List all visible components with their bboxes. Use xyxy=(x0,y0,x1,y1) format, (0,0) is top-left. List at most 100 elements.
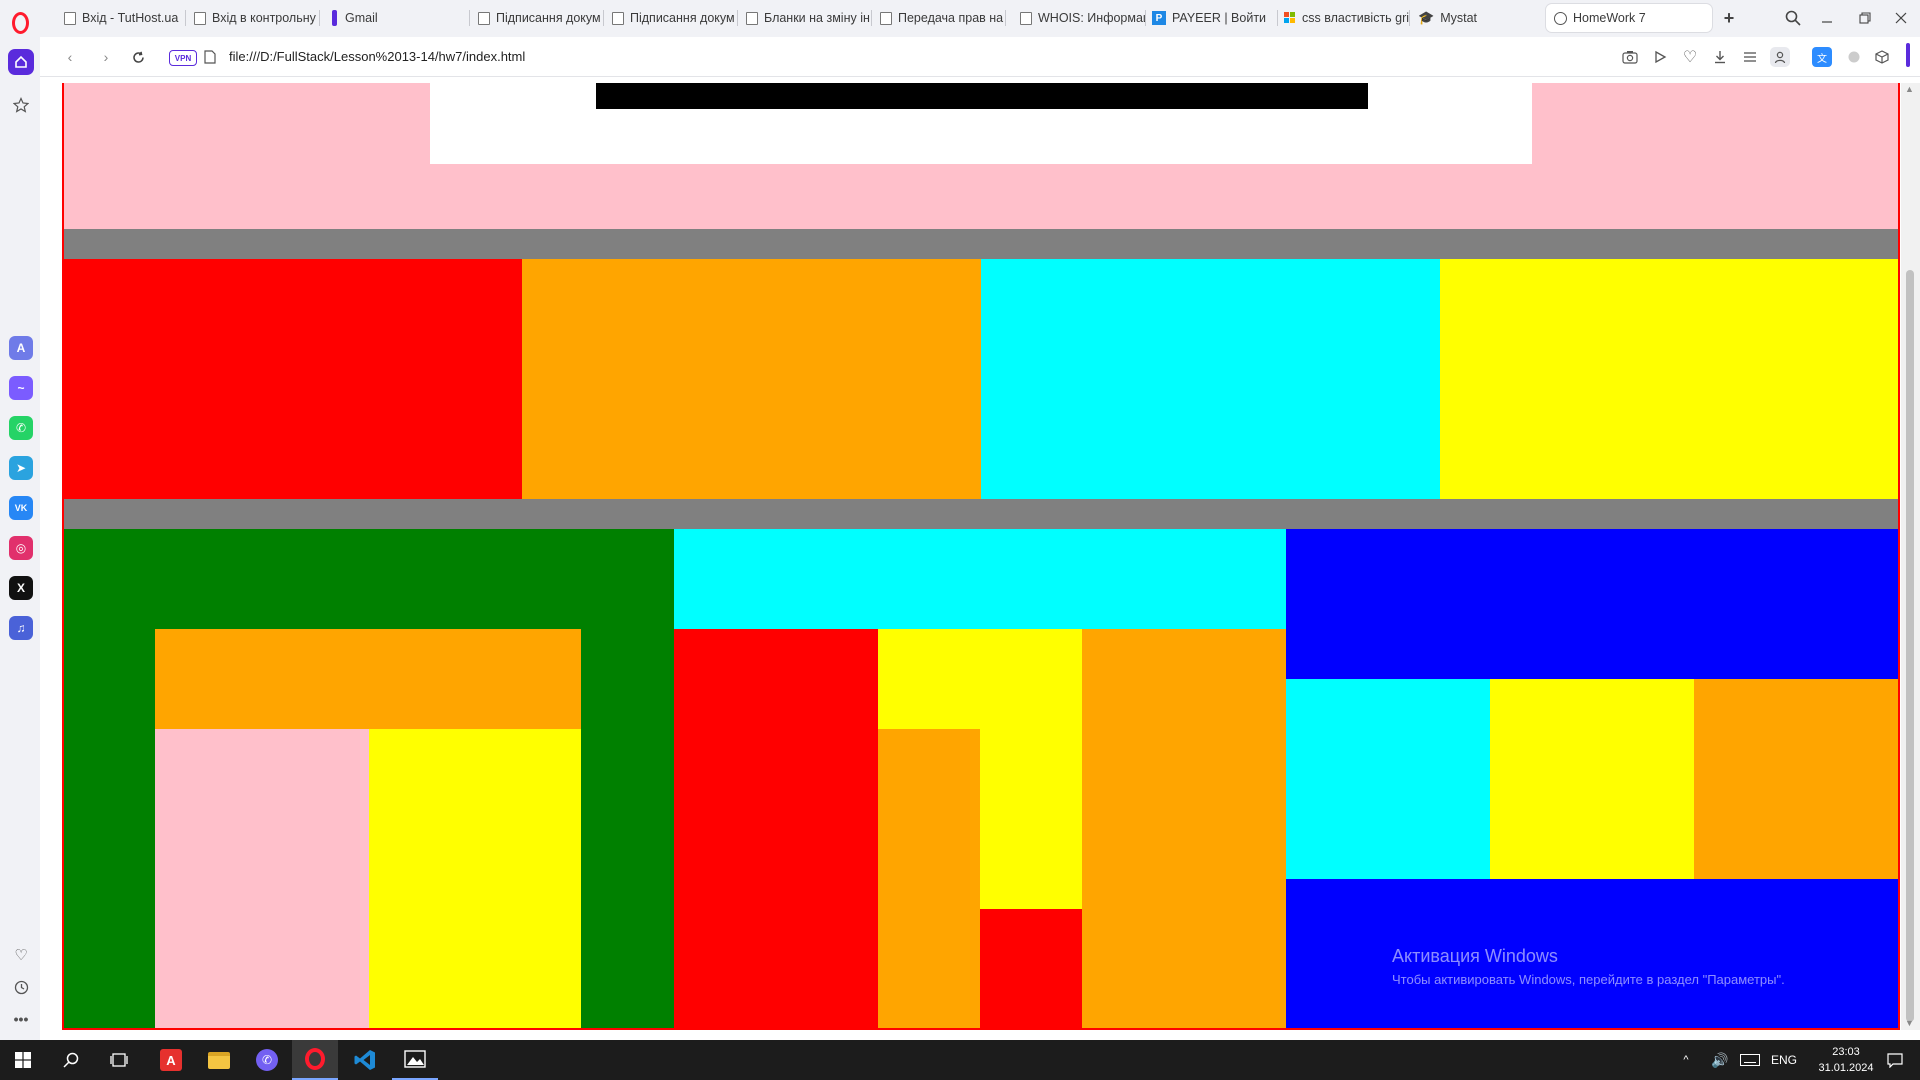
page-icon xyxy=(1020,11,1032,25)
back-icon[interactable]: ‹ xyxy=(60,47,80,67)
minimize-icon[interactable] xyxy=(1810,4,1844,32)
clock-date: 31.01.2024 xyxy=(1818,1062,1874,1074)
panel-green-pink-block xyxy=(155,729,369,1030)
camera-icon[interactable] xyxy=(1620,47,1640,67)
whatsapp-icon[interactable]: ✆ xyxy=(9,416,33,440)
scroll-down-arrow-icon[interactable]: ▼ xyxy=(1905,1018,1914,1028)
clock[interactable]: 23:03 31.01.2024 xyxy=(1818,1044,1874,1076)
tab-homework-7[interactable]: HomeWork 7 xyxy=(1546,4,1712,32)
tab-tuthost[interactable]: Вхід - TutHost.ua xyxy=(56,4,186,32)
tab-label: WHOIS: Информац xyxy=(1038,11,1146,25)
row-block-orange xyxy=(522,259,981,499)
translate-extension-icon[interactable]: 文 xyxy=(1812,47,1832,67)
panel-green-yellow-block xyxy=(369,729,581,1030)
acrobat-icon[interactable]: A xyxy=(148,1040,194,1080)
panel-right-orange-cell xyxy=(1694,679,1900,879)
file-explorer-icon[interactable] xyxy=(196,1040,242,1080)
star-icon[interactable] xyxy=(9,93,33,117)
keyboard-icon[interactable] xyxy=(1738,1040,1762,1080)
page-icon xyxy=(880,11,892,25)
panel-right-blue-bottom xyxy=(1286,879,1900,1030)
extension-icon[interactable] xyxy=(1844,47,1864,67)
windows-start-icon[interactable] xyxy=(0,1040,46,1080)
telegram-icon[interactable]: ➤ xyxy=(9,456,33,480)
tab-forms[interactable]: Бланки на зміну ін xyxy=(738,4,872,32)
viber-icon[interactable]: ✆ xyxy=(244,1040,290,1080)
scroll-up-arrow-icon[interactable]: ▲ xyxy=(1905,84,1914,94)
search-tabs-icon[interactable] xyxy=(1776,4,1810,32)
restore-icon[interactable] xyxy=(1848,4,1882,32)
instagram-icon[interactable]: ◎ xyxy=(9,536,33,560)
task-view-icon[interactable] xyxy=(96,1040,142,1080)
tray-chevron-up-icon[interactable]: ^ xyxy=(1676,1040,1696,1080)
gray-divider xyxy=(62,499,1900,529)
more-options-icon[interactable]: ••• xyxy=(9,1007,33,1031)
download-icon[interactable] xyxy=(1710,47,1730,67)
row-block-yellow xyxy=(1440,259,1900,499)
globe-icon xyxy=(1554,11,1567,25)
opera-taskbar-icon[interactable] xyxy=(292,1040,338,1080)
video-popout-icon[interactable] xyxy=(1650,47,1670,67)
forward-icon[interactable]: › xyxy=(96,47,116,67)
favorite-heart-icon[interactable]: ♡ xyxy=(1680,47,1700,67)
tab-label: Підписання докум xyxy=(630,11,735,25)
page-viewport xyxy=(62,83,1900,1030)
music-player-icon[interactable]: ♫ xyxy=(9,616,33,640)
extensions-cube-icon[interactable] xyxy=(1872,47,1892,67)
panel-right-blue-top xyxy=(1286,529,1900,679)
panel-middle-cyan-bar xyxy=(674,529,1286,629)
aria-icon[interactable]: A xyxy=(9,336,33,360)
header-black-bar xyxy=(596,83,1368,109)
tab-document-signing-1[interactable]: Підписання докум xyxy=(470,4,604,32)
tab-label: Gmail xyxy=(345,11,378,25)
tab-whois[interactable]: WHOIS: Информац xyxy=(1012,4,1146,32)
opera-logo-icon[interactable] xyxy=(12,12,29,34)
vscode-icon[interactable] xyxy=(342,1040,388,1080)
tab-control-panel[interactable]: Вхід в контрольну xyxy=(186,4,320,32)
tab-document-signing-2[interactable]: Підписання докум xyxy=(604,4,738,32)
easy-setup-icon[interactable] xyxy=(1740,47,1760,67)
volume-icon[interactable]: 🔊 xyxy=(1708,1040,1732,1080)
tab-gmail[interactable]: Gmail xyxy=(324,4,470,32)
scrollbar-thumb[interactable] xyxy=(1906,270,1914,1022)
photos-icon[interactable] xyxy=(392,1040,438,1080)
heart-icon[interactable]: ♡ xyxy=(9,943,33,967)
reload-icon[interactable] xyxy=(128,47,148,67)
tab-label: PAYEER | Войти xyxy=(1172,11,1267,25)
sidebar-toggle[interactable] xyxy=(1906,43,1910,67)
history-icon[interactable] xyxy=(9,975,33,999)
plus-icon[interactable]: + xyxy=(1712,4,1746,32)
graduation-cap-icon: 🎓 xyxy=(1418,10,1435,25)
search-icon[interactable] xyxy=(48,1040,94,1080)
panel-right-cyan-cell xyxy=(1286,679,1490,879)
row-block-cyan xyxy=(981,259,1440,499)
panel-middle-orange-column xyxy=(1082,629,1286,1030)
row-block-red xyxy=(62,259,522,499)
close-icon[interactable] xyxy=(1884,4,1918,32)
gmail-icon xyxy=(332,10,337,26)
tab-label: Бланки на зміну ін xyxy=(764,11,870,25)
page-icon xyxy=(194,11,206,25)
tab-label: Mystat xyxy=(1440,11,1477,25)
messenger-icon[interactable]: ~ xyxy=(9,376,33,400)
tab-rights-transfer[interactable]: Передача прав на xyxy=(872,4,1006,32)
tab-css-grid[interactable]: css властивість gri xyxy=(1276,4,1410,32)
notifications-icon[interactable] xyxy=(1880,1040,1910,1080)
vpn-badge[interactable]: VPN xyxy=(169,50,197,66)
microsoft-icon xyxy=(1284,12,1296,24)
page-icon xyxy=(612,11,624,25)
vk-icon[interactable]: VK xyxy=(9,496,33,520)
panel-middle-orange-cell xyxy=(878,729,980,1030)
clock-time: 23:03 xyxy=(1832,1046,1860,1058)
language-indicator[interactable]: ENG xyxy=(1771,1053,1797,1067)
home-icon[interactable] xyxy=(8,49,34,75)
url-field[interactable]: file:///D:/FullStack/Lesson%2013-14/hw7/… xyxy=(229,49,525,64)
taskbar: A ✆ ^ 🔊 ENG 23:03 31.01.2024 xyxy=(0,1040,1920,1080)
tab-payeer[interactable]: P PAYEER | Войти xyxy=(1144,4,1278,32)
profile-icon[interactable] xyxy=(1770,47,1790,67)
payeer-icon: P xyxy=(1152,11,1166,25)
x-twitter-icon[interactable]: X xyxy=(9,576,33,600)
panel-green-orange-bar xyxy=(155,629,581,729)
tab-label: Підписання докум xyxy=(496,11,601,25)
tab-mystat[interactable]: 🎓 Mystat xyxy=(1410,4,1544,32)
